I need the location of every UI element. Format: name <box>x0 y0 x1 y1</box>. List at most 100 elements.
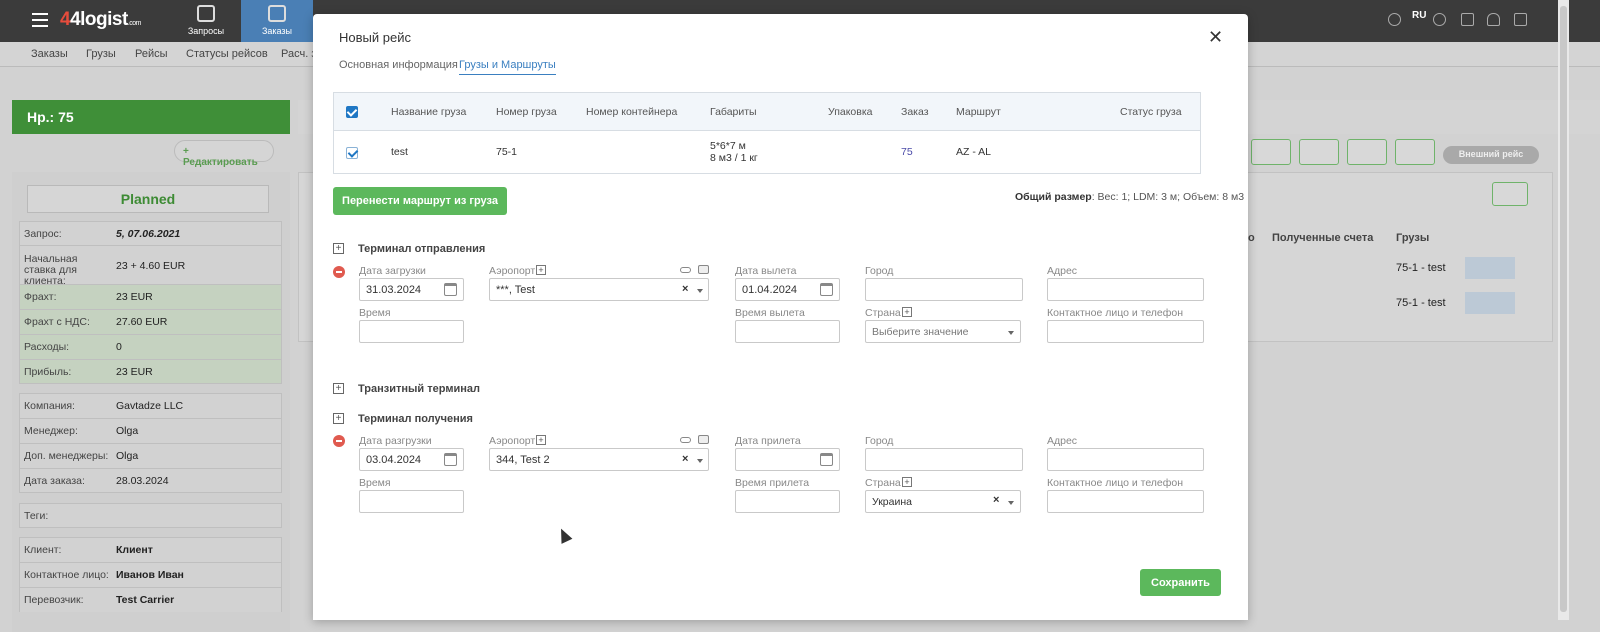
remove-arrival-icon[interactable] <box>333 435 345 447</box>
add-country-icon[interactable]: + <box>902 307 912 317</box>
train-icon[interactable] <box>1347 139 1387 165</box>
subnav-orders[interactable]: Заказы <box>31 48 68 60</box>
arrival-address-input[interactable] <box>1047 448 1204 471</box>
add-truck-icon[interactable] <box>1492 182 1528 206</box>
external-trip-button[interactable]: Внешний рейс <box>1443 146 1539 164</box>
add-airport-icon[interactable]: + <box>536 435 546 445</box>
city-label: Город <box>865 265 894 277</box>
contact-label: Контактное лицо и телефон <box>1047 307 1184 319</box>
user-icon[interactable] <box>1433 13 1446 26</box>
chevron-down-icon[interactable] <box>697 289 703 293</box>
depart-time-input[interactable] <box>735 320 840 343</box>
clear-icon[interactable]: × <box>682 453 688 465</box>
calendar-icon[interactable] <box>444 453 457 466</box>
arrival-airport-select[interactable]: 344, Test 2 <box>489 448 709 471</box>
detail-row: Перевозчик: Test Carrier <box>19 587 282 612</box>
tab-basic-info[interactable]: Основная информация <box>339 59 458 71</box>
chevron-down-icon[interactable] <box>697 459 703 463</box>
menu-icon[interactable] <box>32 13 48 27</box>
link-icon[interactable] <box>680 437 691 443</box>
subnav-calc[interactable]: Расч. з <box>281 48 316 60</box>
clear-icon[interactable]: × <box>682 283 688 295</box>
detail-row: Прибыль: 23 EUR <box>19 359 282 384</box>
edit-button[interactable]: + Редактировать <box>174 140 274 168</box>
arrival-address-label: Адрес <box>1047 435 1078 447</box>
plane-icon[interactable] <box>1251 139 1291 165</box>
unload-date-input[interactable]: 03.04.2024 <box>359 448 464 471</box>
arrival-city-input[interactable] <box>865 448 1023 471</box>
arrival-country-value: Украина <box>872 496 912 508</box>
subnav-trips[interactable]: Рейсы <box>135 48 168 60</box>
th-route: Маршрут <box>956 106 1001 118</box>
country-placeholder: Выберите значение <box>872 326 969 338</box>
detail-row: Теги: <box>19 503 282 528</box>
warehouse-icon[interactable] <box>698 265 709 274</box>
time-input[interactable] <box>359 320 464 343</box>
total-size-label: Общий размер <box>1015 191 1092 203</box>
detail-value: 27.60 EUR <box>116 316 168 328</box>
row-actions-icons[interactable] <box>1465 292 1515 314</box>
expand-arrival-icon[interactable]: + <box>333 413 344 424</box>
total-size: Общий размер: Вес: 1; LDM: 3 м; Объем: 8… <box>1015 191 1244 203</box>
row-actions-icons[interactable] <box>1465 257 1515 279</box>
add-airport-icon[interactable]: + <box>536 265 546 275</box>
load-date-input[interactable]: 31.03.2024 <box>359 278 464 301</box>
calendar-icon[interactable] <box>820 453 833 466</box>
edit-button-label: Редактировать <box>183 157 258 168</box>
cell-order-link[interactable]: 75 <box>901 146 913 158</box>
tab-cargo-routes[interactable]: Грузы и Маршруты <box>459 59 556 75</box>
nav-requests[interactable]: Запросы <box>170 0 242 42</box>
save-button[interactable]: Сохранить <box>1140 569 1221 596</box>
arrival-contact-input[interactable] <box>1047 490 1204 513</box>
close-icon[interactable]: ✕ <box>1208 27 1223 48</box>
page-scrollbar[interactable] <box>1558 0 1569 620</box>
select-all-checkbox[interactable] <box>346 106 358 118</box>
transfer-route-button[interactable]: Перенести маршрут из груза <box>333 187 507 215</box>
link-icon[interactable] <box>680 267 691 273</box>
th-dimensions: Габариты <box>710 106 757 118</box>
city-input[interactable] <box>865 278 1023 301</box>
arrival-time-input[interactable] <box>359 490 464 513</box>
remove-departure-icon[interactable] <box>333 266 345 278</box>
cargo-cell: 75-1 - test <box>1396 297 1446 309</box>
detail-value: Olga <box>116 425 139 437</box>
expand-departure-icon[interactable]: + <box>333 243 344 254</box>
airport-select[interactable]: ***, Test <box>489 278 709 301</box>
depart-date-input[interactable]: 01.04.2024 <box>735 278 840 301</box>
detail-value: Test Carrier <box>116 594 175 606</box>
truck-icon[interactable] <box>1395 139 1435 165</box>
detail-key: Доп. менеджеры: <box>24 450 109 462</box>
calendar-icon[interactable] <box>820 283 833 296</box>
chevron-down-icon[interactable] <box>1008 501 1014 505</box>
bookmark-icon[interactable] <box>1461 13 1474 26</box>
plus-icon: + <box>183 146 189 157</box>
address-input[interactable] <box>1047 278 1204 301</box>
detail-key: Менеджер: <box>24 425 78 437</box>
logo[interactable]: 44logist.com <box>60 9 141 31</box>
add-country-icon[interactable]: + <box>902 477 912 487</box>
contact-input[interactable] <box>1047 320 1204 343</box>
globe-icon[interactable] <box>1388 13 1401 26</box>
nav-orders-label: Заказы <box>261 26 293 36</box>
arrive-date-input[interactable] <box>735 448 840 471</box>
bell-icon[interactable] <box>1487 13 1500 26</box>
subnav-trip-statuses[interactable]: Статусы рейсов <box>186 48 268 60</box>
country-select[interactable]: Выберите значение <box>865 320 1021 343</box>
language-switch[interactable]: RU <box>1412 10 1426 21</box>
detail-row: Фрахт: 23 EUR <box>19 284 282 309</box>
subnav-cargo[interactable]: Грузы <box>86 48 116 60</box>
nav-orders[interactable]: Заказы <box>241 0 313 42</box>
chevron-down-icon[interactable] <box>1008 331 1014 335</box>
clear-icon[interactable]: × <box>993 494 999 506</box>
order-number-header: Нр.: 75 <box>12 100 290 134</box>
arrive-time-input[interactable] <box>735 490 840 513</box>
warehouse-icon[interactable] <box>698 435 709 444</box>
question-chat-icon <box>197 5 215 22</box>
logout-icon[interactable] <box>1514 13 1527 26</box>
cell-route: AZ - AL <box>956 146 992 158</box>
row-checkbox[interactable] <box>346 147 358 159</box>
status-select[interactable]: Planned <box>27 185 269 213</box>
calendar-icon[interactable] <box>444 283 457 296</box>
expand-transit-icon[interactable]: + <box>333 383 344 394</box>
ship-icon[interactable] <box>1299 139 1339 165</box>
